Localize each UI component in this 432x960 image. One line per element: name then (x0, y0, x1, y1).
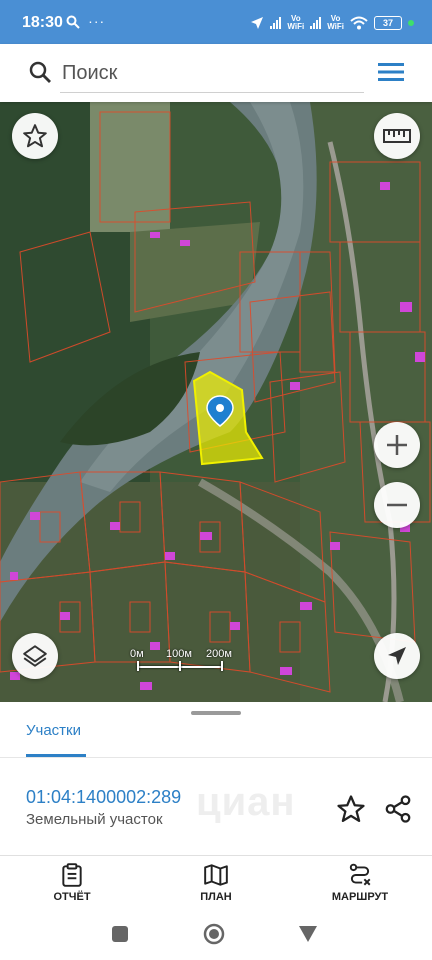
parcel-cadastral-number[interactable]: 01:04:1400002:289 (26, 787, 181, 808)
battery-icon: 37 (374, 16, 402, 30)
scale-tick-0 (137, 661, 139, 671)
nav-route-label: МАРШРУТ (331, 891, 389, 903)
scale-label-0: 0м (130, 648, 144, 660)
favorite-star-icon[interactable] (336, 794, 366, 824)
search-icon[interactable] (28, 60, 52, 84)
satellite-map[interactable] (0, 102, 432, 702)
my-location-arrow-icon (388, 647, 406, 665)
favorite-star-button[interactable] (12, 113, 58, 159)
bottom-navigation: ОТЧЁТ ПЛАН МАРШРУТ (0, 855, 432, 916)
nav-plan[interactable]: ПЛАН (166, 862, 266, 903)
menu-icon[interactable] (376, 60, 406, 84)
vowifi-icon-2: Vo WiFi (327, 14, 344, 31)
watermark-logo: циан (196, 780, 296, 824)
sheet-drag-handle[interactable] (191, 711, 241, 715)
back-triangle-icon[interactable] (298, 925, 318, 943)
share-icon[interactable] (383, 794, 413, 824)
wifi-icon (350, 16, 368, 30)
scale-tick-200 (221, 661, 223, 671)
status-left-icons: ··· (66, 13, 105, 30)
nav-report-label: ОТЧЁТ (53, 891, 91, 903)
vowifi-icon: Vo WiFi (287, 14, 305, 31)
more-dots-icon: ··· (88, 13, 106, 29)
parcel-sheet: Участки циан 01:04:1400002:289 Земельный… (0, 702, 432, 860)
nav-plan-label: ПЛАН (200, 891, 232, 903)
map-view[interactable]: 0м 100м 200м (0, 102, 432, 702)
nav-report[interactable]: ОТЧЁТ (22, 862, 122, 903)
map-plan-icon (204, 864, 228, 886)
route-icon (349, 863, 371, 886)
layers-button[interactable] (12, 633, 58, 679)
search-input[interactable] (60, 54, 364, 93)
map-scale: 0м 100м 200м (128, 644, 238, 684)
scale-label-200: 200м (206, 648, 232, 660)
star-outline-icon (23, 124, 47, 148)
divider (0, 757, 432, 758)
my-location-button[interactable] (374, 633, 420, 679)
tab-parcels[interactable]: Участки (26, 722, 81, 739)
zoom-in-icon (387, 435, 407, 455)
zoom-out-icon (387, 503, 407, 507)
zoom-out-button[interactable] (374, 482, 420, 528)
parcel-type: Земельный участок (26, 811, 163, 828)
nav-route[interactable]: МАРШРУТ (310, 862, 410, 903)
charging-dot-icon (408, 20, 414, 26)
location-arrow-icon (251, 17, 264, 29)
report-clipboard-icon (62, 863, 82, 887)
search-icon (66, 15, 80, 29)
search-bar (0, 44, 432, 102)
zoom-in-button[interactable] (374, 422, 420, 468)
status-time: 18:30 (22, 14, 63, 31)
status-bar: 18:30 ··· Vo WiFi Vo WiFi 37 (0, 0, 432, 44)
home-circle-icon[interactable] (203, 923, 225, 945)
signal-icon-2 (310, 17, 322, 29)
ruler-button[interactable] (374, 113, 420, 159)
ruler-icon (383, 129, 411, 143)
signal-icon (270, 17, 282, 29)
system-navigation-bar (0, 915, 432, 960)
scale-label-100: 100м (166, 648, 192, 660)
layers-icon (23, 645, 47, 667)
status-right-icons: Vo WiFi Vo WiFi 37 (250, 13, 414, 33)
recents-square-icon[interactable] (111, 925, 129, 943)
scale-tick-100 (179, 661, 181, 671)
